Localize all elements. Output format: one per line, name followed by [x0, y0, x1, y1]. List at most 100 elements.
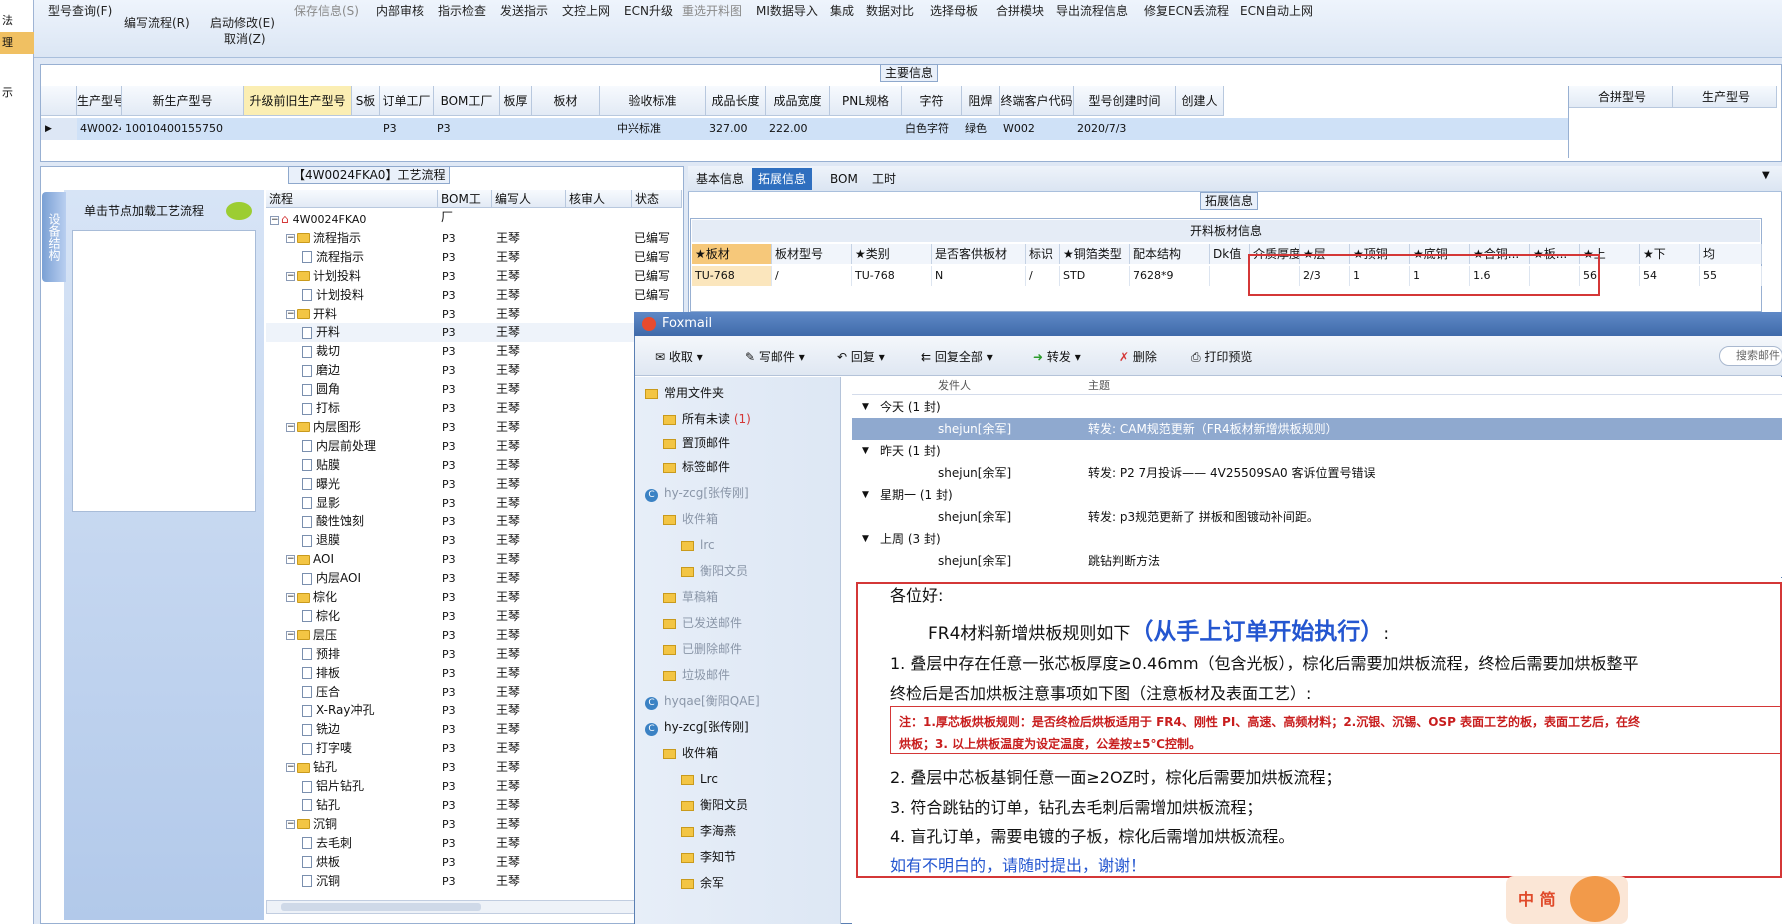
- print-preview-button[interactable]: ⎙ 打印预览: [1191, 348, 1252, 365]
- ext-col-header[interactable]: 板材型号: [772, 244, 852, 264]
- tree-col-header[interactable]: 编写人: [492, 190, 566, 208]
- main-cell[interactable]: 4W0024FKA0: [80, 118, 121, 140]
- ext-cell[interactable]: /: [1026, 266, 1060, 286]
- ime-badge[interactable]: 中 简: [1506, 876, 1628, 924]
- tab-extended[interactable]: 拓展信息: [752, 168, 813, 190]
- toolbar-button[interactable]: 指示检查: [438, 2, 486, 19]
- side-tab[interactable]: 设备结构: [42, 192, 66, 282]
- tree-row[interactable]: 钻孔 P3 王琴: [266, 796, 682, 815]
- cancel-button[interactable]: 取消(Z): [224, 30, 266, 47]
- tree-row[interactable]: − 流程指示 P3 王琴 已编写: [266, 229, 682, 248]
- main-cell[interactable]: 10010400155750: [125, 118, 243, 140]
- nav-item[interactable]: 已发送邮件: [663, 613, 742, 633]
- tree-row[interactable]: 裁切 P3 王琴: [266, 342, 682, 361]
- mail-group-header[interactable]: ▼ 上周 (3 封): [852, 528, 1782, 550]
- tab-basic[interactable]: 基本信息: [690, 168, 750, 190]
- mail-item[interactable]: shejun[余军] 转发: CAM规范更新（FR4板材新增烘板规则）: [852, 418, 1782, 440]
- main-col-header[interactable]: 新生产型号: [122, 86, 244, 116]
- ext-col-header[interactable]: ★铜箔类型: [1060, 244, 1130, 264]
- toolbar-button[interactable]: 发送指示: [500, 2, 548, 19]
- toolbar-button[interactable]: ECN自动上网: [1240, 2, 1313, 19]
- tree-row[interactable]: 压合 P3 王琴: [266, 683, 682, 702]
- ext-cell[interactable]: 55: [1700, 266, 1762, 286]
- receive-button[interactable]: ✉ 收取 ▾: [655, 348, 703, 365]
- ext-cell[interactable]: 54: [1640, 266, 1700, 286]
- tree-row[interactable]: − 计划投料 P3 王琴 已编写: [266, 267, 682, 286]
- ext-col-header[interactable]: 均: [1700, 244, 1762, 264]
- main-col-header[interactable]: 板材: [532, 86, 600, 116]
- ext-col-header[interactable]: ★下: [1640, 244, 1700, 264]
- ext-cell[interactable]: 7628*9: [1130, 266, 1210, 286]
- toolbar-button[interactable]: 保存信息(S): [294, 2, 359, 19]
- toolbar-button[interactable]: 重选开料图: [682, 2, 742, 19]
- mail-item[interactable]: shejun[余军] 转发: p3规范更新了 拼板和图镀动补间距。: [852, 506, 1782, 528]
- tree-row[interactable]: 烘板 P3 王琴: [266, 853, 682, 872]
- nav-item[interactable]: Chyqae[衡阳QAE]: [645, 691, 760, 711]
- toolbar-button[interactable]: 文控上网: [562, 2, 610, 19]
- main-cell[interactable]: 327.00: [709, 118, 765, 140]
- ext-col-header[interactable]: 标识: [1026, 244, 1060, 264]
- mail-group-header[interactable]: ▼ 今天 (1 封): [852, 396, 1782, 418]
- nav-item[interactable]: 标签邮件: [663, 457, 730, 477]
- main-col-header[interactable]: 终端客户代码: [1000, 86, 1074, 116]
- nav-item[interactable]: Chy-zcg[张传刚]: [645, 483, 749, 503]
- tree-row[interactable]: 内层AOI P3 王琴: [266, 569, 682, 588]
- nav-item[interactable]: lrc: [681, 535, 715, 555]
- tree-row[interactable]: 计划投料 P3 王琴 已编写: [266, 286, 682, 305]
- nav-item[interactable]: 衡阳文员: [681, 795, 748, 815]
- tree-col-header[interactable]: 流程: [266, 190, 438, 208]
- tree-row[interactable]: 沉铜 P3 王琴: [266, 872, 682, 891]
- tree-col-header[interactable]: BOM工厂: [438, 190, 492, 224]
- tree-row[interactable]: 贴膜 P3 王琴: [266, 456, 682, 475]
- nav-item[interactable]: 常用文件夹: [645, 383, 724, 403]
- toolbar-button[interactable]: 导出流程信息: [1056, 2, 1128, 19]
- mail-group-header[interactable]: ▼ 星期一 (1 封): [852, 484, 1782, 506]
- search-input[interactable]: 搜索邮件: [1719, 346, 1782, 366]
- ext-col-header[interactable]: Dk值: [1210, 244, 1250, 264]
- ext-cell[interactable]: [1210, 266, 1250, 286]
- nav-item[interactable]: 李海燕: [681, 821, 736, 841]
- main-col-header[interactable]: 生产型号: [77, 86, 122, 116]
- tree-row[interactable]: − 沉铜 P3 王琴: [266, 815, 682, 834]
- ext-col-header[interactable]: 配本结构: [1130, 244, 1210, 264]
- tree-row[interactable]: 退膜 P3 王琴: [266, 531, 682, 550]
- tree-row[interactable]: X-Ray冲孔 P3 王琴: [266, 701, 682, 720]
- tree-row[interactable]: 预排 P3 王琴: [266, 645, 682, 664]
- main-col-header[interactable]: 创建人: [1176, 86, 1224, 116]
- main-cell[interactable]: 中兴标准: [603, 118, 705, 140]
- reply-button[interactable]: ↶ 回复 ▾: [837, 348, 885, 365]
- nav-item[interactable]: 垃圾邮件: [663, 665, 730, 685]
- main-cell[interactable]: [247, 118, 351, 140]
- main-col-header[interactable]: S板: [352, 86, 380, 116]
- merge-col-header[interactable]: 合拼型号: [1569, 86, 1673, 108]
- main-col-header[interactable]: 成品长度: [706, 86, 766, 116]
- mail-item[interactable]: shejun[余军] 转发: P2 7月投诉—— 4V25509SA0 客诉位置号…: [852, 462, 1782, 484]
- main-col-header[interactable]: 阻焊: [962, 86, 1000, 116]
- tree-row[interactable]: 酸性蚀刻 P3 王琴: [266, 512, 682, 531]
- tree-row[interactable]: 排板 P3 王琴: [266, 664, 682, 683]
- toolbar-button[interactable]: 修复ECN丢流程: [1144, 2, 1229, 19]
- toolbar-button[interactable]: 内部审核: [376, 2, 424, 19]
- main-col-header[interactable]: 验收标准: [600, 86, 706, 116]
- toolbar-button[interactable]: 选择母板: [930, 2, 978, 19]
- left-strip-item[interactable]: 理: [0, 32, 34, 54]
- chevron-down-icon[interactable]: ▼: [1762, 170, 1770, 181]
- tree-row[interactable]: 棕化 P3 王琴: [266, 607, 682, 626]
- main-cell[interactable]: 222.00: [769, 118, 829, 140]
- tree-row[interactable]: − 层压 P3 王琴: [266, 626, 682, 645]
- mail-group-header[interactable]: ▼ 昨天 (1 封): [852, 440, 1782, 462]
- main-col-header[interactable]: 型号创建时间: [1074, 86, 1176, 116]
- nav-item[interactable]: 收件箱: [663, 509, 718, 529]
- tree-row[interactable]: − 钻孔 P3 王琴: [266, 758, 682, 777]
- main-cell[interactable]: [355, 118, 379, 140]
- main-col-header[interactable]: 字符: [902, 86, 962, 116]
- ext-cell[interactable]: N: [932, 266, 1026, 286]
- tree-row[interactable]: − 内层图形 P3 王琴: [266, 418, 682, 437]
- tab-bom[interactable]: BOM: [824, 168, 864, 190]
- main-cell[interactable]: W002: [1003, 118, 1073, 140]
- left-strip-item[interactable]: 法: [0, 10, 34, 32]
- nav-item[interactable]: Lrc: [681, 769, 718, 789]
- tree-row[interactable]: 打字唛 P3 王琴: [266, 739, 682, 758]
- delete-button[interactable]: ✗ 删除: [1119, 348, 1157, 365]
- nav-item[interactable]: 衡阳文员: [681, 561, 748, 581]
